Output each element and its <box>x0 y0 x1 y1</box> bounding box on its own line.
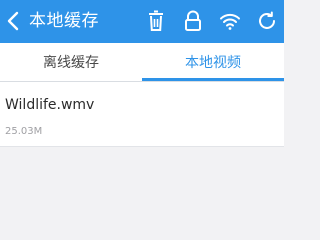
refresh-button[interactable] <box>254 8 280 34</box>
file-size: 25.03M <box>5 126 43 137</box>
wifi-button[interactable] <box>217 8 243 34</box>
active-tab-indicator <box>142 78 284 81</box>
back-button[interactable] <box>2 7 24 35</box>
delete-button[interactable] <box>143 8 169 34</box>
tab-offline-cache[interactable]: 离线缓存 <box>0 43 142 81</box>
refresh-icon <box>259 11 275 29</box>
app-header: 本地缓存 <box>0 0 284 43</box>
tab-bar: 离线缓存 本地视频 <box>0 43 284 82</box>
list-item[interactable]: Wildlife.wmv 25.03M <box>0 82 284 147</box>
tab-local-videos[interactable]: 本地视频 <box>142 43 284 81</box>
trash-icon <box>149 10 163 31</box>
lock-icon <box>185 10 201 31</box>
wifi-icon <box>220 13 240 30</box>
file-name: Wildlife.wmv <box>5 97 95 113</box>
page-title: 本地缓存 <box>29 11 99 31</box>
lock-button[interactable] <box>180 8 206 34</box>
back-arrow-icon <box>7 11 19 31</box>
